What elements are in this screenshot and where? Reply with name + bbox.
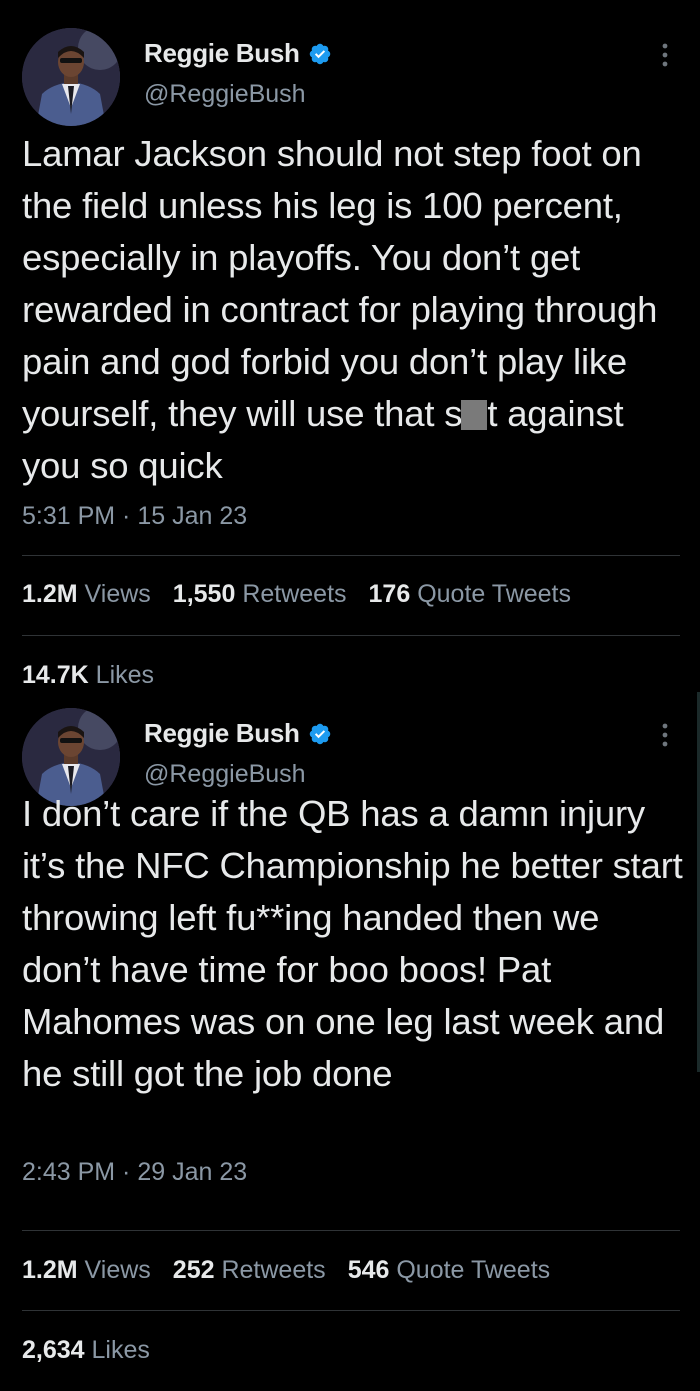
- likes-count: 2,634: [22, 1336, 85, 1364]
- likes-stat[interactable]: 14.7K Likes: [22, 661, 154, 690]
- divider: [22, 555, 680, 556]
- quote-tweets-stat[interactable]: 176 Quote Tweets: [369, 580, 571, 609]
- display-name[interactable]: Reggie Bush: [144, 38, 300, 69]
- censor-block: [461, 400, 488, 430]
- views-count: 1.2M: [22, 1256, 78, 1284]
- retweets-count: 252: [172, 1256, 215, 1284]
- likes-count: 14.7K: [22, 661, 89, 689]
- author-handle[interactable]: @ReggieBush: [144, 80, 306, 109]
- author-handle[interactable]: @ReggieBush: [144, 760, 306, 789]
- verified-badge-icon: [309, 43, 330, 64]
- quote-tweets-count: 176: [368, 580, 411, 608]
- display-name[interactable]: Reggie Bush: [144, 718, 300, 749]
- quote-tweets-label: Quote Tweets: [417, 580, 571, 608]
- engagement-stats: 1.2M Views 252 Retweets 546 Quote Tweets: [22, 1256, 550, 1285]
- retweets-label: Retweets: [221, 1256, 326, 1284]
- more-options-icon[interactable]: [660, 42, 670, 68]
- avatar-person-icon: [22, 28, 120, 126]
- divider: [22, 635, 680, 636]
- tweet-timestamp[interactable]: 5:31 PM · 15 Jan 23: [22, 502, 247, 531]
- tweet-text: I don’t care if the QB has a damn injury…: [22, 793, 683, 1094]
- views-count: 1.2M: [22, 580, 78, 608]
- author-name-row[interactable]: Reggie Bush: [144, 718, 332, 749]
- more-options-icon[interactable]: [660, 722, 670, 748]
- views-stat[interactable]: 1.2M Views: [22, 580, 151, 609]
- retweets-count: 1,550: [172, 580, 236, 608]
- quote-tweets-count: 546: [347, 1256, 390, 1284]
- tweet-text-part: Lamar Jackson should not step foot on th…: [22, 133, 658, 434]
- likes-stat[interactable]: 2,634 Likes: [22, 1336, 150, 1365]
- views-label: Views: [84, 580, 151, 608]
- divider: [22, 1310, 680, 1311]
- quote-tweets-stat[interactable]: 546 Quote Tweets: [348, 1256, 550, 1285]
- retweets-stat[interactable]: 252 Retweets: [173, 1256, 326, 1285]
- engagement-stats: 1.2M Views 1,550 Retweets 176 Quote Twee…: [22, 580, 571, 609]
- divider: [22, 1230, 680, 1231]
- avatar[interactable]: [22, 28, 120, 126]
- retweets-stat[interactable]: 1,550 Retweets: [173, 580, 347, 609]
- likes-label: Likes: [95, 661, 155, 689]
- tweet-text: Lamar Jackson should not step foot on th…: [22, 128, 684, 492]
- verified-badge-icon: [309, 723, 330, 744]
- likes-label: Likes: [91, 1336, 150, 1364]
- views-stat[interactable]: 1.2M Views: [22, 1256, 151, 1285]
- author-name-row[interactable]: Reggie Bush: [144, 38, 332, 69]
- quote-tweets-label: Quote Tweets: [396, 1256, 551, 1284]
- views-label: Views: [84, 1256, 151, 1284]
- retweets-label: Retweets: [242, 580, 347, 608]
- tweet-timestamp[interactable]: 2:43 PM · 29 Jan 23: [22, 1158, 247, 1187]
